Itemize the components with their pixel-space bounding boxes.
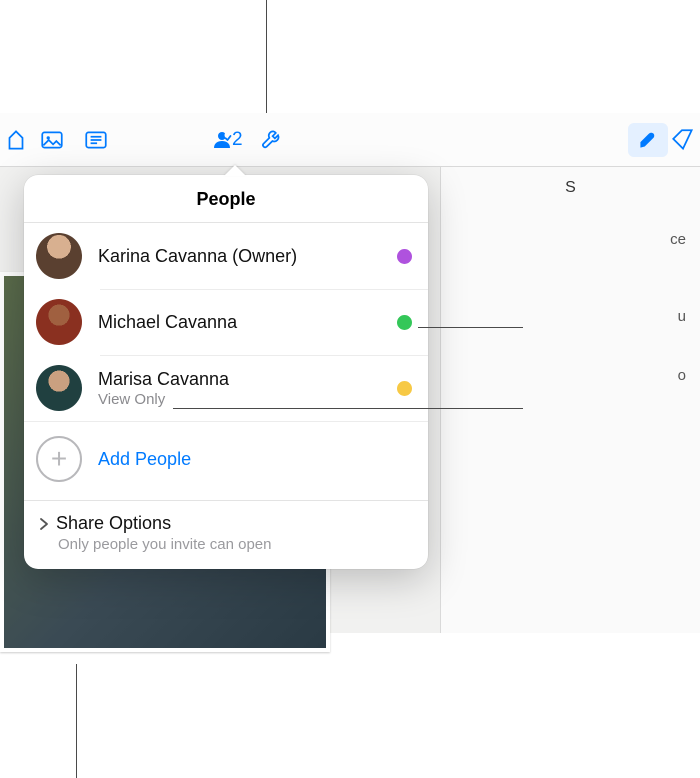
avatar bbox=[36, 365, 82, 411]
people-popover: People Karina Cavanna (Owner) Michael Ca… bbox=[24, 175, 428, 569]
insert-icon bbox=[3, 127, 29, 153]
person-row[interactable]: Michael Cavanna bbox=[24, 289, 428, 355]
plus-circle-icon: + bbox=[36, 436, 82, 482]
inspector-header-hint: S bbox=[455, 179, 686, 197]
callout-line-view-only bbox=[173, 408, 523, 409]
tools-button[interactable] bbox=[249, 118, 293, 162]
tag-icon bbox=[670, 127, 696, 153]
inspector-row-hint-2: u bbox=[455, 308, 686, 325]
person-permission: View Only bbox=[98, 391, 397, 408]
person-row[interactable]: Marisa Cavanna View Only bbox=[24, 355, 428, 421]
tools-icon bbox=[258, 127, 284, 153]
callout-line-green-dot bbox=[418, 327, 523, 328]
collaborate-icon bbox=[210, 128, 234, 152]
popover-title: People bbox=[24, 175, 428, 222]
add-people-button[interactable]: + Add People bbox=[24, 421, 428, 500]
format-button[interactable] bbox=[628, 123, 668, 157]
presence-dot-green bbox=[397, 315, 412, 330]
insert-button[interactable] bbox=[2, 118, 30, 162]
avatar bbox=[36, 233, 82, 279]
person-row[interactable]: Karina Cavanna (Owner) bbox=[24, 223, 428, 289]
inspector-row-hint-1: ce bbox=[455, 231, 686, 248]
text-icon bbox=[83, 127, 109, 153]
person-name: Michael Cavanna bbox=[98, 312, 397, 333]
textbox-button[interactable] bbox=[74, 118, 118, 162]
callout-line-top bbox=[266, 0, 267, 113]
presence-dot-yellow bbox=[397, 381, 412, 396]
inspector-row-hint-3: o bbox=[455, 367, 686, 384]
inspector-panel: S ce u o bbox=[440, 167, 700, 633]
add-people-label: Add People bbox=[98, 449, 191, 470]
image-icon bbox=[39, 127, 65, 153]
chevron-right-icon bbox=[38, 517, 50, 531]
callout-line-bottom bbox=[76, 664, 77, 778]
toolbar: 2 bbox=[0, 113, 700, 167]
toolbar-right-button[interactable] bbox=[668, 118, 698, 162]
share-options-row[interactable]: Share Options Only people you invite can… bbox=[24, 500, 428, 569]
collaborator-count: 2 bbox=[232, 129, 243, 151]
avatar bbox=[36, 299, 82, 345]
share-options-label: Share Options bbox=[56, 513, 171, 534]
collaborate-button[interactable]: 2 bbox=[210, 128, 243, 152]
person-name: Karina Cavanna (Owner) bbox=[98, 246, 397, 267]
image-button[interactable] bbox=[30, 118, 74, 162]
format-brush-icon bbox=[635, 127, 661, 153]
person-name: Marisa Cavanna bbox=[98, 369, 397, 390]
share-options-sub: Only people you invite can open bbox=[58, 536, 412, 553]
presence-dot-purple bbox=[397, 249, 412, 264]
